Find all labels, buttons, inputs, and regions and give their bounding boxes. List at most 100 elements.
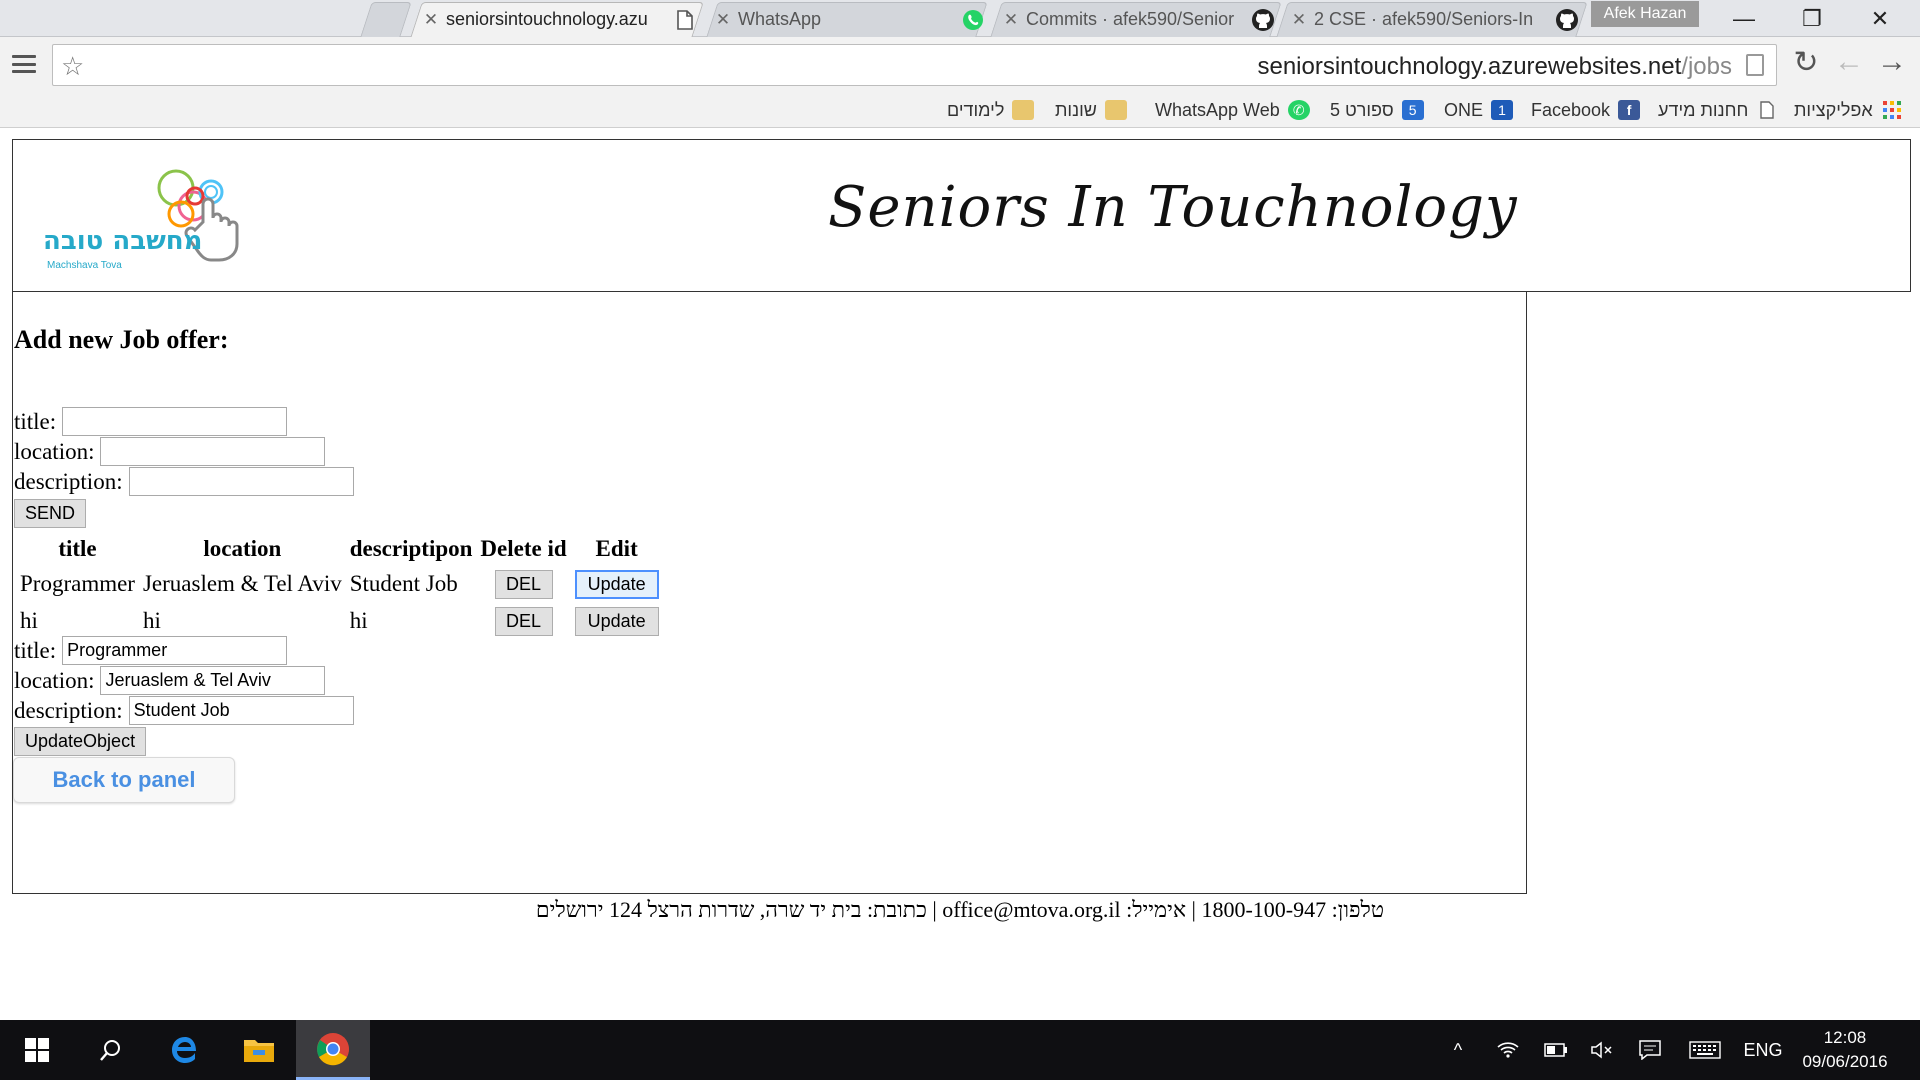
- input-language[interactable]: ENG: [1738, 1020, 1788, 1080]
- job-title-cell: hi: [20, 608, 38, 633]
- column-header-edit: Edit: [595, 536, 638, 561]
- new-tab-button[interactable]: [360, 2, 412, 37]
- close-icon[interactable]: ✕: [1284, 10, 1314, 30]
- bookmark-whatsapp-web[interactable]: WhatsApp Web ✆: [1155, 96, 1310, 124]
- bookmark-info-store[interactable]: חחנות מידע: [1658, 96, 1778, 124]
- page-info-icon[interactable]: [1746, 54, 1764, 76]
- update-object-button[interactable]: UpdateObject: [14, 727, 147, 756]
- apps-grid-icon: [1881, 100, 1903, 120]
- windows-start-icon[interactable]: [0, 1020, 74, 1080]
- chrome-icon[interactable]: [296, 1020, 370, 1080]
- delete-button[interactable]: DEL: [494, 569, 553, 599]
- table-row: Programmer Jeruaslem & Tel Aviv Student …: [18, 567, 661, 601]
- tab-cse[interactable]: ✕ 2 CSE · afek590/Seniors-In: [1284, 2, 1580, 37]
- update-location-input[interactable]: [100, 666, 326, 695]
- update-button[interactable]: Update: [574, 569, 659, 599]
- delete-button[interactable]: DEL: [494, 606, 553, 636]
- add-location-row: location:: [14, 437, 326, 466]
- site-logo: מחשבה טובה Machshava Tova: [31, 164, 261, 276]
- close-icon[interactable]: ✕: [996, 10, 1026, 30]
- tab-whatsapp[interactable]: ✕ WhatsApp: [708, 2, 986, 37]
- bookmark-apps[interactable]: אפליקציות: [1794, 96, 1903, 124]
- bookmarks-bar: לימודים שונות WhatsApp Web ✆ ספורט 5 5 O…: [0, 92, 1920, 128]
- add-description-input[interactable]: [128, 467, 354, 496]
- keyboard-icon[interactable]: [1685, 1020, 1725, 1080]
- bookmark-label: אפליקציות: [1794, 99, 1873, 120]
- delete-cell: DEL: [478, 567, 568, 601]
- back-arrow-icon[interactable]: ←: [1830, 45, 1868, 79]
- edit-cell: Update: [573, 567, 661, 601]
- job-location-cell: hi: [142, 608, 161, 633]
- close-icon[interactable]: ✕: [416, 10, 446, 30]
- update-title-input[interactable]: [62, 636, 288, 665]
- one-icon: 1: [1491, 100, 1514, 120]
- title-label: title:: [14, 637, 57, 663]
- star-icon[interactable]: ☆: [61, 51, 84, 82]
- file-explorer-icon[interactable]: [222, 1020, 296, 1080]
- logo-text-english: Machshava Tova: [47, 260, 122, 271]
- back-to-panel-button[interactable]: Back to panel: [13, 757, 235, 803]
- clock-time: 12:08: [1823, 1028, 1867, 1047]
- whatsapp-icon: [960, 7, 986, 33]
- tab-label: WhatsApp: [738, 9, 822, 29]
- add-location-input[interactable]: [100, 437, 326, 466]
- url-path: /jobs: [1681, 53, 1732, 80]
- system-clock[interactable]: 12:08 09/06/2016: [1790, 1026, 1900, 1074]
- job-description-cell: Student Job: [349, 571, 458, 596]
- action-center-icon[interactable]: [1634, 1020, 1666, 1080]
- tab-label: Commits · afek590/Senior: [1026, 9, 1235, 29]
- bookmark-misc[interactable]: שונות: [1055, 96, 1127, 124]
- close-window-icon[interactable]: ✕: [1846, 0, 1914, 37]
- profile-button[interactable]: Afek Hazan: [1591, 1, 1699, 27]
- page-icon: [1756, 100, 1778, 120]
- tab-jobs[interactable]: ✕ seniorsintouchnology.azu: [416, 2, 698, 37]
- tab-label: 2 CSE · afek590/Seniors-In: [1314, 9, 1534, 29]
- reload-icon[interactable]: ↻: [1787, 45, 1825, 80]
- minimize-icon[interactable]: —: [1710, 0, 1778, 37]
- logo-text-hebrew: מחשבה טובה: [43, 226, 203, 256]
- add-description-row: description:: [14, 467, 354, 496]
- bookmark-sport5[interactable]: ספורט 5 5: [1330, 96, 1424, 124]
- job-title-cell: Programmer: [20, 571, 135, 596]
- show-hidden-icons[interactable]: ^: [1443, 1020, 1473, 1080]
- clock-date: 09/06/2016: [1802, 1052, 1888, 1071]
- windows-taskbar: ^ ENG 12:08 09/06/2016: [0, 1020, 1920, 1080]
- add-title-row: title:: [14, 407, 288, 436]
- column-header-description: descriptipon: [349, 536, 473, 561]
- folder-icon: [1012, 100, 1035, 120]
- add-title-input[interactable]: [62, 407, 288, 436]
- search-icon[interactable]: [74, 1020, 148, 1080]
- location-label: location:: [14, 438, 95, 464]
- bookmark-facebook[interactable]: Facebook f: [1531, 96, 1641, 124]
- bookmark-label: Facebook: [1531, 99, 1611, 120]
- address-bar[interactable]: ☆ seniorsintouchnology.azurewebsites.net…: [52, 44, 1777, 86]
- job-location-cell: Jeruaslem & Tel Aviv: [142, 571, 342, 596]
- tab-strip: ✕ seniorsintouchnology.azu ✕ WhatsApp ✕ …: [0, 0, 1920, 38]
- bookmark-studies[interactable]: לימודים: [947, 96, 1035, 124]
- restore-icon[interactable]: ❐: [1778, 0, 1846, 37]
- update-description-input[interactable]: [128, 696, 354, 725]
- column-header-title: title: [58, 536, 97, 561]
- bookmark-label: ONE: [1444, 99, 1484, 120]
- update-title-row: title:: [14, 636, 288, 665]
- bookmark-one[interactable]: ONE 1: [1444, 96, 1514, 124]
- edge-browser-icon[interactable]: [148, 1020, 222, 1080]
- forward-arrow-icon[interactable]: →: [1873, 45, 1911, 79]
- description-label: description:: [14, 468, 123, 494]
- update-description-row: description:: [14, 696, 354, 725]
- tab-commits[interactable]: ✕ Commits · afek590/Senior: [996, 2, 1276, 37]
- edit-cell: Update: [573, 604, 661, 638]
- send-button[interactable]: SEND: [14, 499, 87, 528]
- wifi-icon[interactable]: [1492, 1020, 1524, 1080]
- url-host: seniorsintouchnology.azurewebsites.net: [1257, 53, 1682, 80]
- jobs-table: title location descriptipon Delete id Ed…: [14, 531, 665, 641]
- battery-icon[interactable]: [1540, 1020, 1572, 1080]
- volume-muted-icon[interactable]: [1586, 1020, 1618, 1080]
- tab-label: seniorsintouchnology.azu: [446, 9, 648, 29]
- title-label: title:: [14, 408, 57, 434]
- page-content: מחשבה טובה Machshava Tova Seniors In Tou…: [0, 129, 1920, 1019]
- delete-cell: DEL: [478, 604, 568, 638]
- close-icon[interactable]: ✕: [708, 10, 738, 30]
- update-button[interactable]: Update: [574, 606, 659, 636]
- menu-icon[interactable]: [10, 51, 38, 77]
